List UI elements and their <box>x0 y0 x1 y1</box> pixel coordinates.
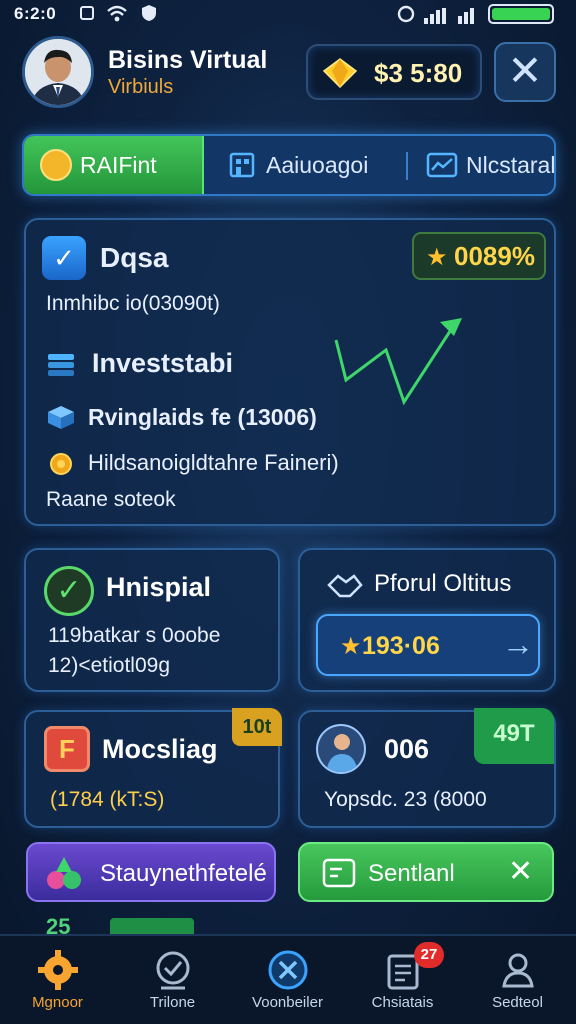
tab-label: Nlcstaral <box>466 151 556 178</box>
notification-badge: 27 <box>414 942 444 968</box>
app-subtitle: Virbiuls <box>108 76 174 98</box>
investment-title: Dqsa <box>100 242 169 273</box>
user-icon <box>502 953 534 988</box>
gift-icon <box>47 857 81 889</box>
nav-item-mgnoor[interactable]: Mgnoor <box>0 936 115 1024</box>
hospital-title: Hnispial <box>106 572 212 602</box>
nav-label: Chsiatais <box>371 994 434 1011</box>
app-title: Bisins Virtual <box>108 46 268 74</box>
wifi-icon <box>107 5 127 22</box>
receipt-icon <box>322 858 356 888</box>
hospital-card[interactable]: ✓ Hnispial 119batkar s 0oobe 12)<etiotl0… <box>24 548 280 692</box>
nav-label: Trilone <box>149 994 196 1011</box>
nav-item-voonbeiler[interactable]: Voonbeiler <box>230 936 345 1024</box>
tab-aaiuoagoi[interactable]: Aaiuoagoi <box>222 136 412 194</box>
percent-badge: ★ 0089% <box>412 232 546 280</box>
person-title: 006 <box>384 734 430 764</box>
hospital-text-2: 12)<etiotl09g <box>48 654 171 677</box>
status-time: 6:2:0 <box>14 4 57 23</box>
portfolio-amount: 193·06 <box>362 632 440 660</box>
person-card[interactable]: 006 49T Yopsdc. 23 (8000 <box>298 708 556 828</box>
percent-value: 0089% <box>454 241 535 271</box>
partial-card <box>110 918 194 934</box>
stack-icon <box>48 354 74 376</box>
tab-bar: RAIFint Aaiuoagoi Nlcstaral <box>22 134 556 196</box>
investment-line-5: Raane soteok <box>46 488 176 511</box>
investment-line-3: Rvinglaids fe (13006) <box>88 404 317 430</box>
messaging-card[interactable]: F 10t Mocsliag (1784 (kT:S) <box>24 708 282 828</box>
tab-nlcstaral[interactable]: Nlcstaral <box>418 136 558 194</box>
statement-button[interactable]: Stauynethfetelé <box>26 842 276 902</box>
status-bar: 6:2:0 <box>0 0 576 28</box>
cell-signal-icon <box>458 6 476 24</box>
nav-label: Mgnoor <box>32 994 83 1011</box>
tab-label: Aaiuoagoi <box>266 151 369 178</box>
portfolio-title: Pforul Oltitus <box>374 570 512 597</box>
gear-icon <box>38 950 78 990</box>
nav-item-trilone[interactable]: Trilone <box>115 936 230 1024</box>
growth-arrow-icon <box>334 318 462 406</box>
close-icon: ✕ <box>507 47 543 94</box>
signal-icon <box>424 6 448 24</box>
person-avatar <box>316 724 366 774</box>
star-icon: ★ <box>426 244 448 271</box>
bottom-nav: Mgnoor Trilone Voonbeiler Chsiatais Sedt… <box>0 934 576 1024</box>
tab-divider <box>406 152 408 180</box>
arrow-right-icon: → <box>502 626 534 662</box>
coin-bag-icon <box>50 453 72 475</box>
portfolio-amount-button[interactable]: ★ 193·06 → <box>316 614 540 676</box>
tab-raifint[interactable]: RAIFint <box>24 136 204 194</box>
messaging-text: (1784 (kT:S) <box>50 788 165 811</box>
battery-icon <box>488 4 554 24</box>
balance-value: $3 5:80 <box>374 58 463 88</box>
close-button[interactable]: ✕ <box>494 42 556 102</box>
coin-icon <box>40 149 72 181</box>
box-icon <box>48 406 74 429</box>
balance-display[interactable]: $3 5:80 <box>306 44 482 100</box>
hospital-text-1: 119batkar s 0oobe <box>48 624 221 647</box>
star-icon: ★ <box>340 633 362 660</box>
alarm-icon <box>397 5 415 23</box>
chart-icon <box>426 152 458 178</box>
nav-label: Sedteol <box>492 994 543 1011</box>
messaging-badge: 10t <box>232 708 282 746</box>
investment-line-1: Inmhibc io(03090t) <box>46 292 220 315</box>
portfolio-card: Pforul Oltitus ★ 193·06 → <box>298 548 556 692</box>
handshake-icon <box>327 574 363 598</box>
person-text: Yopsdc. 23 (8000 <box>324 788 487 811</box>
calendar-icon: F <box>44 726 90 772</box>
close-icon[interactable]: ✕ <box>508 854 533 889</box>
avatar[interactable] <box>22 36 94 108</box>
building-icon <box>229 152 255 178</box>
settlement-label: Sentlanl <box>368 860 455 887</box>
investment-line-2: Investstabi <box>92 348 234 378</box>
statement-label: Stauynethfetelé <box>100 860 267 887</box>
check-icon: ✓ <box>44 566 94 616</box>
nav-label: Voonbeiler <box>252 994 323 1011</box>
tab-label: RAIFint <box>80 151 157 178</box>
image-icon <box>80 6 94 20</box>
investment-card[interactable]: ✓ Dqsa ★ 0089% Inmhibc io(03090t) Invest… <box>24 218 556 526</box>
investment-line-4: Hildsanoigldtahre Faineri) <box>88 450 339 475</box>
settlement-button[interactable]: Sentlanl ✕ <box>298 842 554 902</box>
person-badge: 49T <box>474 708 554 764</box>
x-circle-icon <box>268 950 308 990</box>
gem-icon <box>322 58 358 88</box>
shield-icon <box>142 5 156 21</box>
check-circle-icon <box>156 951 190 990</box>
checkmark-icon: ✓ <box>42 236 86 280</box>
nav-item-sedteol[interactable]: Sedteol <box>460 936 575 1024</box>
messaging-title: Mocsliag <box>102 734 218 764</box>
